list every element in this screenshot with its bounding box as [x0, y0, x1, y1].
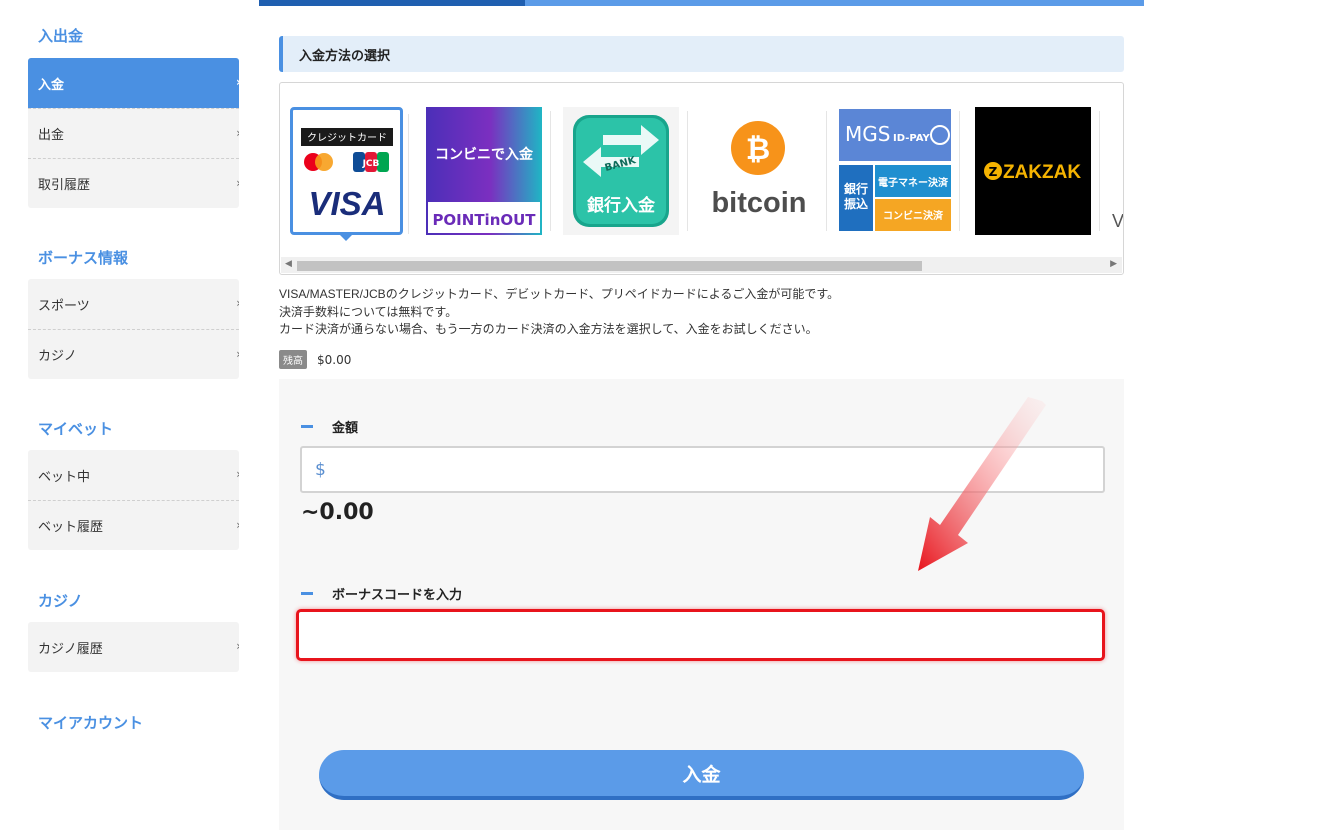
mgs-label: MGS — [845, 122, 890, 146]
sidebar-item-bet-history[interactable]: ベット履歴 › — [28, 500, 239, 550]
chevron-right-icon: › — [236, 176, 239, 190]
amount-field[interactable]: $ — [300, 446, 1105, 493]
sidebar-item-label: ベット履歴 — [38, 520, 104, 535]
balance-value: $0.00 — [317, 352, 352, 367]
bitcoin-logo: ₿ bitcoin — [711, 121, 807, 219]
step-progress-bar — [259, 0, 1144, 6]
description-line: 決済手数料については無料です。 — [279, 304, 458, 319]
sidebar-item-label: カジノ履歴 — [38, 641, 103, 657]
bonus-code-label-text: ボーナスコードを入力 — [332, 588, 463, 603]
bitcoin-label: bitcoin — [711, 187, 806, 219]
zakzak-mark: Z — [989, 165, 998, 179]
payment-method-mgs-idpay[interactable]: MGS ID-PAY 銀行振込 電子マネー決済 コンビニ決済 — [839, 107, 960, 235]
payment-method-partial[interactable]: V — [1112, 107, 1124, 235]
sidebar-item-label: カジノ — [38, 349, 77, 364]
payment-method-zakzak[interactable]: Z ZAKZAK — [975, 107, 1100, 235]
sidebar-item-open-bets[interactable]: ベット中 › — [28, 450, 239, 500]
sidebar-item-sports[interactable]: スポーツ › — [28, 279, 239, 329]
sidebar-group-funds: 入金 › 出金 › 取引履歴 › — [28, 58, 239, 208]
pointinout-logo: POINTinOUT — [432, 211, 536, 229]
conveni-label: コンビニで入金 — [435, 146, 534, 163]
sidebar-section-my-account[interactable]: マイアカウント — [38, 712, 143, 733]
sidebar-section-title: ボーナス情報 — [38, 249, 129, 267]
currency-symbol: $ — [315, 459, 326, 480]
sidebar-item-label: ベット中 — [38, 469, 91, 485]
payment-method-credit-card[interactable]: クレジットカード JCB VISA — [290, 107, 409, 241]
zakzak-label: ZAKZAK — [1003, 162, 1081, 183]
credit-card-logo: クレジットカード JCB VISA — [301, 128, 393, 222]
sidebar-item-transactions[interactable]: 取引履歴 › — [28, 158, 239, 208]
converted-amount: ~0.00 — [301, 500, 374, 525]
chevron-right-icon: › — [236, 296, 239, 310]
sidebar-item-casino-history[interactable]: カジノ履歴 › — [28, 622, 239, 672]
amount-label-text: 金額 — [332, 421, 359, 436]
deposit-form: 金額 $ ~0.00 ボーナスコードを入力 入金 — [279, 379, 1124, 830]
bitcoin-symbol: ₿ — [746, 132, 770, 167]
balance-row: 残高 $0.00 — [279, 350, 351, 369]
balance-label: 残高 — [279, 350, 307, 369]
dash-icon — [301, 425, 313, 428]
payment-method-bitcoin[interactable]: ₿ bitcoin — [700, 107, 827, 235]
scroll-right-icon[interactable]: ▶ — [1110, 259, 1117, 269]
sidebar-item-label: 入金 — [38, 77, 65, 93]
payment-method-bank[interactable]: BANK 銀行入金 — [563, 107, 688, 235]
conveni-logo: コンビニで入金 POINTinOUT — [426, 107, 542, 235]
amount-label: 金額 — [301, 417, 358, 436]
deposit-submit-button[interactable]: 入金 — [319, 750, 1084, 800]
chevron-right-icon: › — [236, 126, 239, 140]
emoney-label: 電子マネー決済 — [878, 176, 949, 189]
bonus-code-input[interactable] — [299, 612, 1102, 658]
conveni-payment-label: コンビニ決済 — [883, 209, 944, 222]
bonus-code-label: ボーナスコードを入力 — [301, 584, 462, 603]
chevron-right-icon: › — [236, 75, 239, 89]
scroll-left-icon[interactable]: ◀ — [285, 259, 292, 269]
payment-description: VISA/MASTER/JCBのクレジットカード、デビットカード、プリペイドカー… — [279, 286, 839, 339]
section-header-deposit-method: 入金方法の選択 — [279, 36, 1124, 72]
sidebar-item-label: 取引履歴 — [38, 178, 91, 193]
sidebar-item-label: 出金 — [38, 128, 65, 143]
chevron-right-icon: › — [236, 347, 239, 361]
bank-label: 銀行入金 — [587, 195, 656, 216]
scrollbar-thumb[interactable] — [297, 261, 922, 271]
bonus-code-field[interactable] — [296, 609, 1105, 661]
payment-method-convenience-store[interactable]: コンビニで入金 POINTinOUT — [426, 107, 551, 235]
idpay-label: ID-PAY — [893, 133, 931, 144]
partial-method-label: V — [1112, 211, 1124, 231]
sidebar-item-casino-bonus[interactable]: カジノ › — [28, 329, 239, 379]
description-line: VISA/MASTER/JCBのクレジットカード、デビットカード、プリペイドカー… — [279, 287, 840, 301]
visa-logo: VISA — [308, 185, 385, 222]
chevron-right-icon: › — [236, 639, 239, 653]
sidebar-section-title: カジノ — [38, 592, 83, 610]
credit-card-label: クレジットカード — [307, 132, 387, 144]
mgs-idpay-logo: MGS ID-PAY 銀行振込 電子マネー決済 コンビニ決済 — [839, 109, 951, 231]
sidebar-group-mybet: ベット中 › ベット履歴 › — [28, 450, 239, 550]
description-line: カード決済が通らない場合、もう一方のカード決済の入金方法を選択して、入金をお試し… — [279, 322, 818, 336]
horizontal-scrollbar[interactable]: ◀ ▶ — [281, 257, 1122, 273]
selected-indicator — [339, 234, 353, 241]
sidebar-section-title: 入出金 — [38, 27, 84, 45]
sidebar-group-casino: カジノ履歴 › — [28, 622, 239, 672]
step-progress-fill — [259, 0, 525, 6]
dash-icon — [301, 592, 313, 595]
payment-method-carousel: クレジットカード JCB VISA コンビニで入金 POINTinOUT BAN… — [279, 82, 1124, 275]
chevron-right-icon: › — [236, 518, 239, 532]
sidebar-group-bonus: スポーツ › カジノ › — [28, 279, 239, 379]
chevron-right-icon: › — [236, 467, 239, 481]
sidebar-section-title: マイベット — [38, 420, 114, 438]
partial-method-logo: V — [1112, 211, 1124, 231]
sidebar-item-withdraw[interactable]: 出金 › — [28, 108, 239, 158]
amount-input[interactable] — [331, 448, 1103, 491]
zakzak-logo: Z ZAKZAK — [975, 107, 1091, 235]
jcb-logo: JCB — [362, 159, 380, 169]
sidebar-item-label: スポーツ — [38, 298, 90, 314]
bank-transfer-logo: BANK 銀行入金 — [563, 107, 679, 235]
sidebar-item-deposit[interactable]: 入金 › — [28, 58, 239, 108]
